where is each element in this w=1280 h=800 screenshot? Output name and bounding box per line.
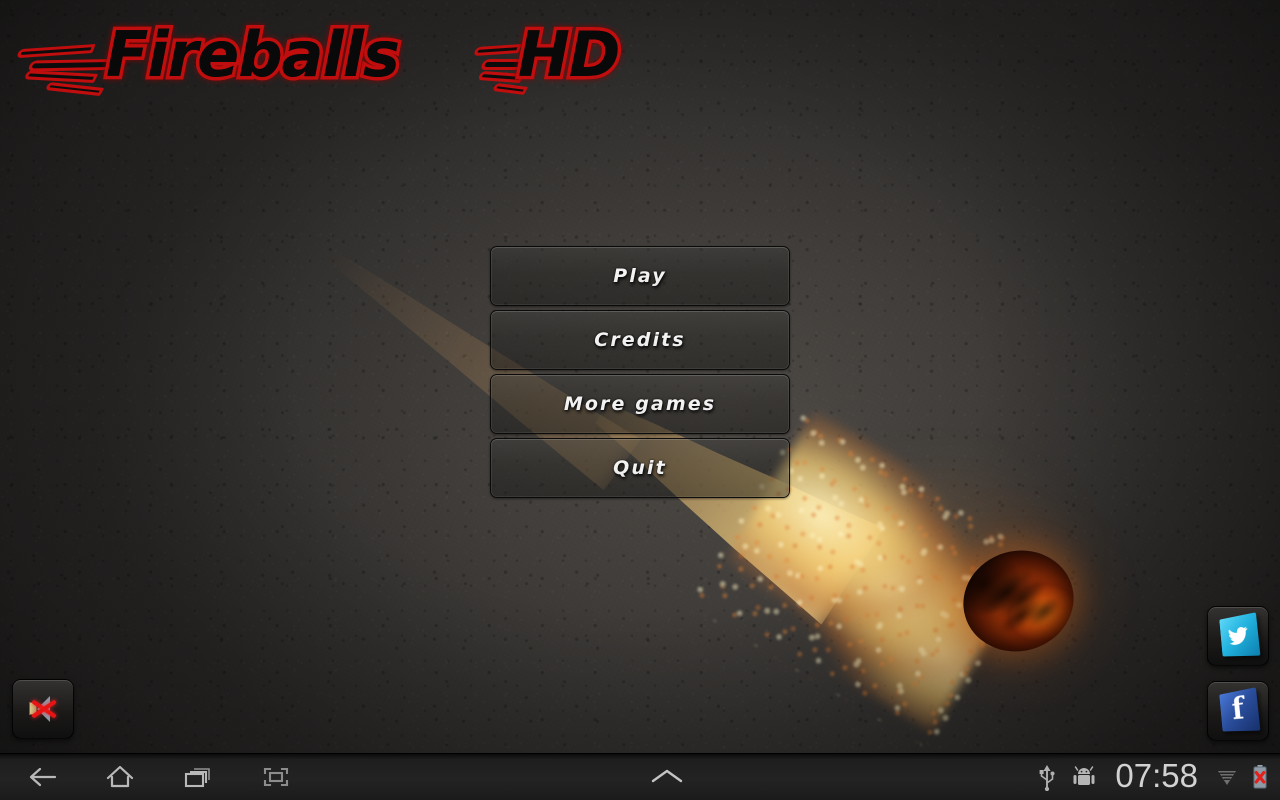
game-stage: Fireballs HD Fireballs HD Play Credits M…: [0, 0, 1280, 753]
credits-button[interactable]: Credits: [490, 310, 790, 370]
status-icon-group: 07:58: [1037, 759, 1280, 795]
recent-apps-icon[interactable]: [178, 760, 218, 794]
android-robot-icon: [1071, 765, 1097, 789]
play-button-label: Play: [613, 265, 667, 287]
game-screen: Fireballs HD Fireballs HD Play Credits M…: [0, 0, 1280, 800]
facebook-button[interactable]: f: [1207, 681, 1269, 741]
more-games-button-label: More games: [563, 393, 717, 415]
play-button[interactable]: Play: [490, 246, 790, 306]
main-menu: Play Credits More games Quit: [490, 246, 790, 502]
android-navigation-bar: 07:58: [0, 753, 1280, 800]
quit-button[interactable]: Quit: [490, 438, 790, 498]
speaker-muted-icon: [26, 694, 60, 724]
logo-flame-left: [16, 22, 118, 104]
home-icon[interactable]: [100, 760, 140, 794]
facebook-glyph: f: [1230, 691, 1246, 728]
quit-button-label: Quit: [613, 457, 667, 479]
twitter-icon: [1219, 612, 1261, 657]
more-games-button[interactable]: More games: [490, 374, 790, 434]
fireballs-hd-logo: Fireballs HD Fireballs HD: [16, 15, 658, 104]
twitter-button[interactable]: [1207, 606, 1269, 666]
wifi-signal-icon: [1216, 766, 1238, 788]
facebook-icon: f: [1219, 687, 1261, 732]
logo-title-fill: Fireballs: [106, 18, 400, 91]
mute-toggle-button[interactable]: [12, 679, 74, 739]
back-arrow-icon[interactable]: [22, 760, 62, 794]
battery-error-icon: [1252, 764, 1268, 790]
status-clock: 07:58: [1115, 757, 1198, 794]
nav-button-group: [0, 760, 296, 794]
credits-button-label: Credits: [594, 329, 686, 351]
logo-suffix-fill: HD: [518, 18, 620, 91]
screenshot-icon[interactable]: [256, 760, 296, 794]
usb-icon: [1037, 763, 1057, 791]
chevron-up-icon: [651, 769, 682, 783]
expand-handle[interactable]: [296, 765, 1037, 789]
